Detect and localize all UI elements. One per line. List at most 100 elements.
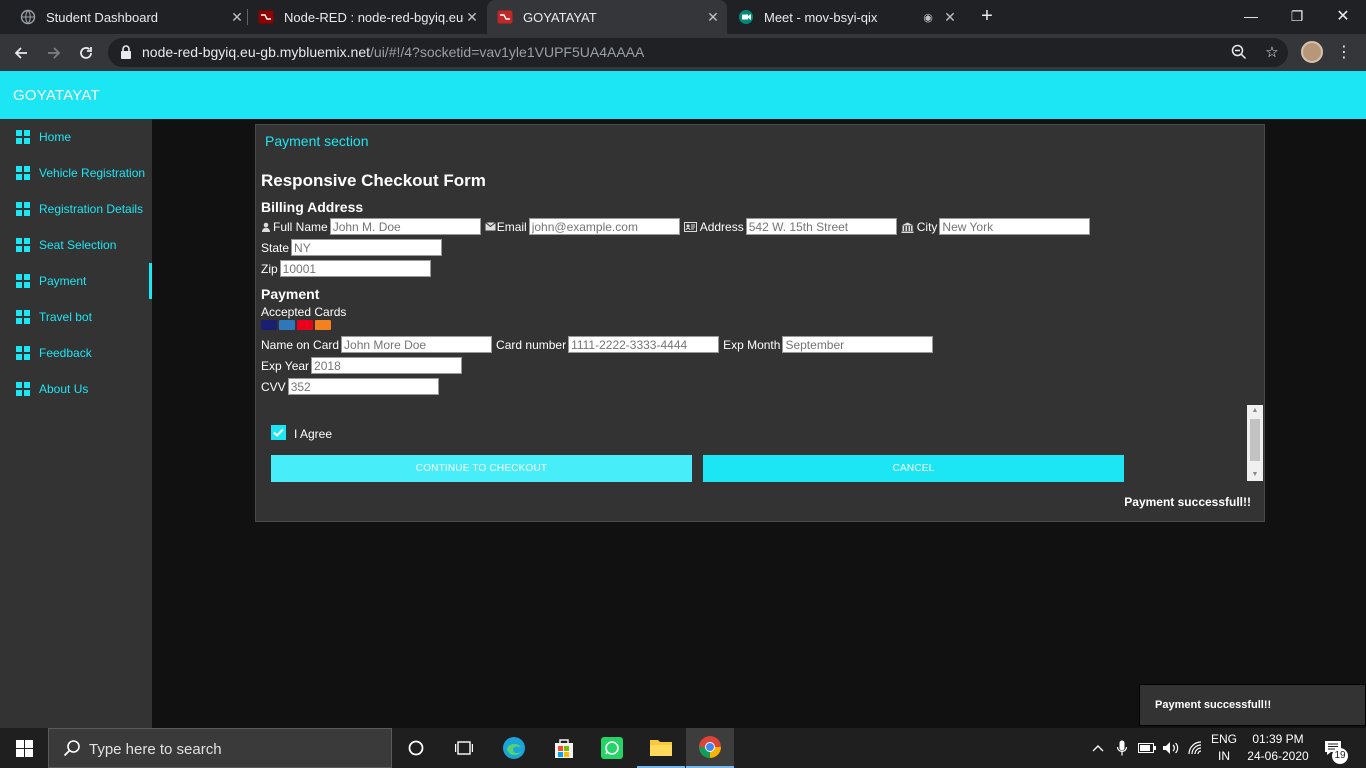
sidebar-item-label: Home xyxy=(39,130,72,144)
new-tab-button[interactable]: + xyxy=(976,5,998,27)
back-button[interactable] xyxy=(8,40,34,66)
speaker-icon xyxy=(1163,742,1179,754)
restore-button[interactable]: ❐ xyxy=(1274,0,1320,32)
system-clock[interactable]: 01:39 PM 24-06-2020 xyxy=(1247,731,1309,765)
tab-title: GOYATAYAT xyxy=(523,9,597,25)
sidebar-item-feedback[interactable]: Feedback xyxy=(0,335,152,371)
payment-section-card: Payment section Responsive Checkout Form… xyxy=(255,124,1265,522)
checkmark-icon xyxy=(273,428,284,437)
profile-avatar[interactable] xyxy=(1301,41,1323,63)
name-on-card-label: Name on Card xyxy=(261,337,340,352)
search-placeholder: Type here to search xyxy=(89,741,222,758)
close-tab-icon[interactable]: ✕ xyxy=(705,9,721,26)
full-name-input[interactable] xyxy=(329,218,481,235)
forward-button[interactable] xyxy=(41,40,67,66)
exp-month-input[interactable] xyxy=(782,336,934,353)
cortana-button[interactable] xyxy=(392,728,440,768)
browser-toolbar: node-red-bgyiq.eu-gb.mybluemix.net/ui/#!… xyxy=(0,34,1366,71)
sidebar-item-label: Vehicle Registration xyxy=(39,166,146,180)
sidebar-item-seat-selection[interactable]: Seat Selection xyxy=(0,227,152,263)
sidebar-item-label: Travel bot xyxy=(39,310,92,324)
reload-button[interactable] xyxy=(73,40,99,66)
edge-app[interactable] xyxy=(490,728,538,768)
notification-badge: 19 xyxy=(1332,748,1348,764)
scroll-up-arrow-icon[interactable]: ▲ xyxy=(1247,405,1263,417)
scrollbar-thumb[interactable] xyxy=(1250,419,1260,461)
agree-checkbox[interactable] xyxy=(271,425,286,440)
cancel-button[interactable]: CANCEL xyxy=(703,455,1124,482)
state-input[interactable] xyxy=(291,239,443,256)
amex-icon xyxy=(279,320,295,330)
address-card-icon xyxy=(683,221,698,232)
card-number-label: Card number xyxy=(496,337,567,352)
whatsapp-icon xyxy=(601,737,623,759)
wifi-icon xyxy=(1188,741,1202,755)
zip-input[interactable] xyxy=(279,260,431,277)
action-center-button[interactable]: 19 xyxy=(1318,728,1348,768)
close-tab-icon[interactable]: ✕ xyxy=(464,9,480,26)
bookmark-star-icon[interactable]: ☆ xyxy=(1263,44,1281,62)
battery-tray[interactable] xyxy=(1136,728,1158,768)
scrollbar[interactable]: ▲ ▼ xyxy=(1247,405,1263,481)
address-input[interactable] xyxy=(745,218,897,235)
whatsapp-app[interactable] xyxy=(588,728,636,768)
task-view-icon xyxy=(455,741,473,755)
volume-tray[interactable] xyxy=(1160,728,1182,768)
browser-menu-icon[interactable]: ⋮ xyxy=(1336,42,1352,62)
taskbar-search-box[interactable]: Type here to search xyxy=(48,728,392,768)
sidebar-item-payment[interactable]: Payment xyxy=(0,263,152,299)
network-tray[interactable] xyxy=(1185,728,1207,768)
notification-toast[interactable]: Payment successfull!! xyxy=(1139,684,1366,726)
address-bar[interactable]: node-red-bgyiq.eu-gb.mybluemix.net/ui/#!… xyxy=(108,38,1288,67)
file-explorer-app[interactable] xyxy=(637,728,685,768)
app-title: GOYATAYAT xyxy=(13,87,100,104)
show-hidden-icons-button[interactable] xyxy=(1088,728,1108,768)
clock-date: 24-06-2020 xyxy=(1247,749,1309,763)
envelope-icon xyxy=(484,221,496,232)
tab-meet[interactable]: Meet - mov-bsyi-qix ◉ ✕ xyxy=(738,0,958,34)
scroll-down-arrow-icon[interactable]: ▼ xyxy=(1247,469,1263,481)
dashboard-icon xyxy=(16,238,30,252)
city-input[interactable] xyxy=(939,218,1091,235)
close-window-button[interactable]: ✕ xyxy=(1320,0,1366,32)
arrow-right-icon xyxy=(48,47,61,59)
zoom-icon[interactable] xyxy=(1230,44,1248,62)
tab-goyatayat[interactable]: GOYATAYAT ✕ xyxy=(487,0,727,34)
close-tab-icon[interactable]: ✕ xyxy=(229,9,245,26)
email-input[interactable] xyxy=(528,218,680,235)
tab-student-dashboard[interactable]: Student Dashboard ✕ xyxy=(20,0,245,34)
card-header: Payment section xyxy=(265,133,369,149)
sidebar-item-travel-bot[interactable]: Travel bot xyxy=(0,299,152,335)
sidebar-item-home[interactable]: Home xyxy=(0,119,152,155)
cvv-input[interactable] xyxy=(287,378,439,395)
tab-title: Node-RED : node-red-bgyiq.eu-g xyxy=(284,9,464,25)
sidebar-item-label: About Us xyxy=(39,382,89,396)
tab-node-red[interactable]: Node-RED : node-red-bgyiq.eu-g ✕ xyxy=(258,0,480,34)
card-number-input[interactable] xyxy=(568,336,720,353)
exp-year-input[interactable] xyxy=(311,357,463,374)
globe-icon xyxy=(20,9,36,25)
name-on-card-input[interactable] xyxy=(341,336,493,353)
language-indicator[interactable]: ENG IN xyxy=(1209,731,1239,765)
microphone-tray[interactable] xyxy=(1112,728,1132,768)
url-text: node-red-bgyiq.eu-gb.mybluemix.net/ui/#!… xyxy=(142,44,644,60)
close-tab-icon[interactable]: ✕ xyxy=(942,9,958,26)
start-button[interactable] xyxy=(0,728,48,768)
billing-heading: Billing Address xyxy=(261,199,364,215)
minimize-button[interactable]: — xyxy=(1228,0,1274,32)
sidebar-item-registration-details[interactable]: Registration Details xyxy=(0,191,152,227)
full-name-label: Full Name xyxy=(273,219,328,234)
store-app[interactable] xyxy=(540,728,588,768)
continue-to-checkout-button[interactable]: CONTINUE TO CHECKOUT xyxy=(271,455,692,482)
task-view-button[interactable] xyxy=(440,728,488,768)
media-playing-icon[interactable]: ◉ xyxy=(920,11,936,24)
microphone-icon xyxy=(1117,740,1127,756)
search-icon xyxy=(63,740,80,757)
sidebar-item-vehicle-registration[interactable]: Vehicle Registration xyxy=(0,155,152,191)
chrome-app[interactable] xyxy=(686,728,734,768)
sidebar-item-about-us[interactable]: About Us xyxy=(0,371,152,407)
agree-label: I Agree xyxy=(294,427,333,441)
visa-icon xyxy=(261,320,277,330)
toast-text: Payment successfull!! xyxy=(1155,699,1272,711)
folder-icon xyxy=(650,740,672,756)
